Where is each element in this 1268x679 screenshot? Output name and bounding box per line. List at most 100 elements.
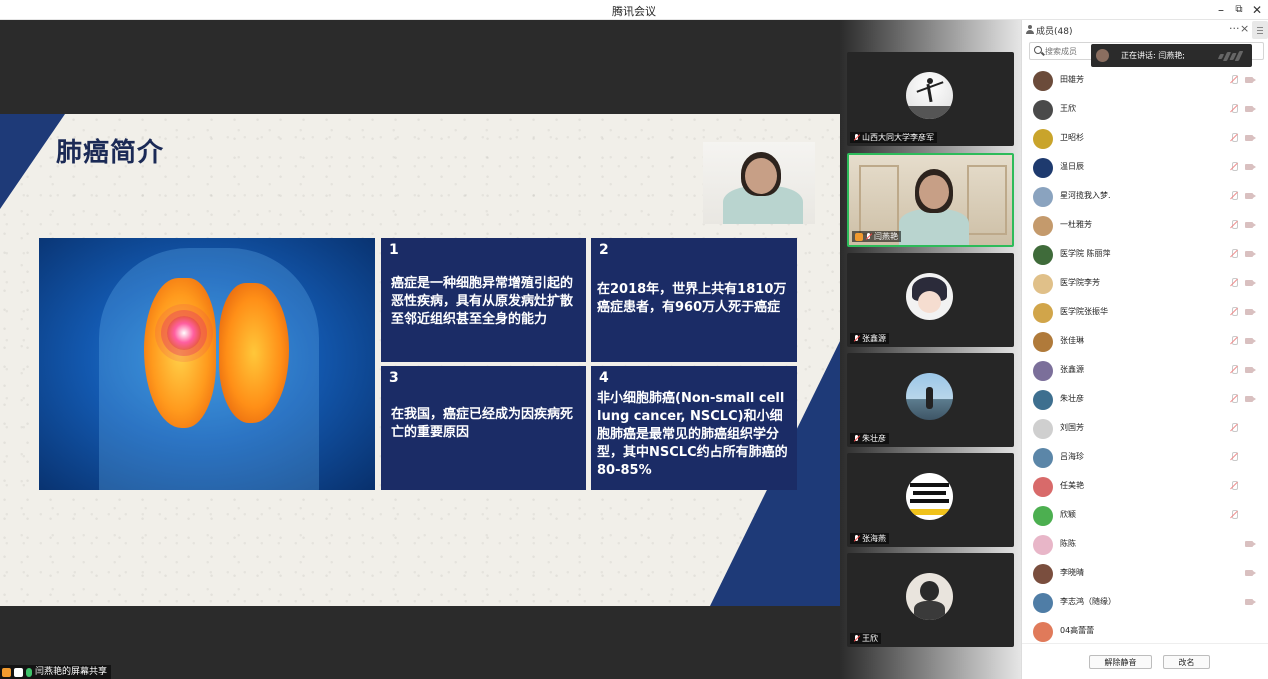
member-row[interactable]: 医学院李芳: [1022, 269, 1268, 298]
restore-icon[interactable]: ⧉: [1230, 1, 1248, 19]
participant-name-tag: 闫燕艳: [852, 231, 901, 242]
participant-avatar: [906, 273, 953, 320]
member-row[interactable]: 卫昭杉: [1022, 124, 1268, 153]
video-tile[interactable]: 王欣: [847, 553, 1014, 647]
video-tile[interactable]: 山西大同大学李彦军: [847, 52, 1014, 146]
mic-muted-icon[interactable]: [1230, 481, 1238, 491]
video-tile[interactable]: 张海燕: [847, 453, 1014, 547]
info-card-1: 1 癌症是一种细胞异常增殖引起的恶性疾病，具有从原发病灶扩散至邻近组织甚至全身的…: [381, 238, 586, 362]
mic-muted-icon[interactable]: [1230, 220, 1238, 230]
member-avatar: [1033, 158, 1053, 178]
member-avatar: [1033, 535, 1053, 555]
member-avatar: [1033, 593, 1053, 613]
member-avatar: [1033, 187, 1053, 207]
mic-muted-icon[interactable]: [1230, 394, 1238, 404]
participant-name-tag: 山西大同大学李彦军: [850, 132, 937, 143]
member-row[interactable]: 朱壮彦: [1022, 385, 1268, 414]
camera-off-icon[interactable]: [1245, 309, 1256, 315]
member-avatar: [1033, 506, 1053, 526]
member-name: 李晓晴: [1060, 568, 1084, 577]
member-name: 星河揽我入梦.: [1060, 191, 1111, 200]
speaker-avatar: [1096, 49, 1109, 62]
member-name: 医学院李芳: [1060, 278, 1100, 287]
video-tile[interactable]: 朱壮彦: [847, 353, 1014, 447]
rename-button[interactable]: 改名: [1163, 655, 1210, 669]
camera-off-icon[interactable]: [1245, 193, 1256, 199]
unmute-all-button[interactable]: 解除静音: [1089, 655, 1152, 669]
member-row[interactable]: 吕海珍: [1022, 443, 1268, 472]
mic-muted-icon[interactable]: [1230, 365, 1238, 375]
mic-muted-icon[interactable]: [1230, 104, 1238, 114]
close-window-icon[interactable]: ✕: [1248, 1, 1266, 19]
video-tile[interactable]: 张鑫源: [847, 253, 1014, 347]
participant-avatar: [906, 473, 953, 520]
camera-off-icon[interactable]: [1245, 541, 1256, 547]
member-avatar: [1033, 564, 1053, 584]
member-row[interactable]: 刘国芳: [1022, 414, 1268, 443]
close-panel-icon[interactable]: ×: [1240, 22, 1249, 35]
video-strip: 山西大同大学李彦军 闫燕艳 张鑫源 朱壮彦 张海燕 王欣: [840, 20, 1021, 679]
member-row[interactable]: 王欣: [1022, 95, 1268, 124]
member-avatar: [1033, 390, 1053, 410]
presentation-slide: 肺癌简介 1 癌症是一种细胞异常增殖引起的恶性疾病，具有从原发病灶扩散至邻近组织…: [0, 114, 840, 606]
member-row[interactable]: 04高蕾蕾: [1022, 617, 1268, 643]
mic-muted-icon[interactable]: [1230, 191, 1238, 201]
camera-off-icon[interactable]: [1245, 338, 1256, 344]
minimize-icon[interactable]: –: [1212, 1, 1230, 19]
camera-off-icon[interactable]: [1245, 570, 1256, 576]
camera-off-icon[interactable]: [1245, 164, 1256, 170]
member-name: 田雄芳: [1060, 75, 1084, 84]
member-avatar: [1033, 274, 1053, 294]
member-name: 卫昭杉: [1060, 133, 1084, 142]
mic-muted-icon[interactable]: [1230, 75, 1238, 85]
member-row[interactable]: 医学院 陈丽萍: [1022, 240, 1268, 269]
panel-layout-icon[interactable]: [1252, 21, 1268, 39]
members-icon: [1026, 25, 1034, 34]
mic-muted-icon[interactable]: [1230, 162, 1238, 172]
member-row[interactable]: 张佳琳: [1022, 327, 1268, 356]
camera-off-icon[interactable]: [1245, 106, 1256, 112]
member-row[interactable]: 任美艳: [1022, 472, 1268, 501]
member-row[interactable]: 温日辰: [1022, 153, 1268, 182]
member-row[interactable]: 星河揽我入梦.: [1022, 182, 1268, 211]
mic-muted-icon[interactable]: [1230, 452, 1238, 462]
mic-muted-icon: [853, 634, 860, 643]
mic-muted-icon[interactable]: [1230, 336, 1238, 346]
search-icon: [1034, 46, 1042, 54]
presenter-figure: [723, 142, 803, 224]
member-avatar: [1033, 419, 1053, 439]
member-row[interactable]: 田雄芳: [1022, 66, 1268, 95]
camera-off-icon[interactable]: [1245, 251, 1256, 257]
mic-muted-icon[interactable]: [1230, 423, 1238, 433]
member-name: 朱壮彦: [1060, 394, 1084, 403]
mic-muted-icon[interactable]: [1230, 249, 1238, 259]
member-avatar: [1033, 477, 1053, 497]
mic-icon: [26, 667, 32, 677]
mic-muted-icon[interactable]: [1230, 307, 1238, 317]
camera-off-icon[interactable]: [1245, 77, 1256, 83]
member-row[interactable]: 欣颖: [1022, 501, 1268, 530]
member-row[interactable]: 陈陈: [1022, 530, 1268, 559]
mic-muted-icon[interactable]: [1230, 278, 1238, 288]
member-row[interactable]: 李晓晴: [1022, 559, 1268, 588]
member-avatar: [1033, 245, 1053, 265]
mic-muted-icon[interactable]: [1230, 510, 1238, 520]
member-row[interactable]: 张鑫源: [1022, 356, 1268, 385]
camera-off-icon[interactable]: [1245, 396, 1256, 402]
member-row[interactable]: 医学院张振华: [1022, 298, 1268, 327]
camera-off-icon[interactable]: [1245, 367, 1256, 373]
camera-off-icon[interactable]: [1245, 280, 1256, 286]
screen-share-area: 肺癌简介 1 癌症是一种细胞异常增殖引起的恶性疾病，具有从原发病灶扩散至邻近组织…: [0, 20, 840, 679]
mic-muted-icon[interactable]: [1230, 133, 1238, 143]
camera-off-icon[interactable]: [1245, 599, 1256, 605]
member-row[interactable]: 一杜雅芳: [1022, 211, 1268, 240]
participant-name-tag: 张鑫源: [850, 333, 889, 344]
more-options-icon[interactable]: ···: [1229, 22, 1240, 35]
camera-off-icon[interactable]: [1245, 135, 1256, 141]
member-row[interactable]: 李志鸿（随缘）: [1022, 588, 1268, 617]
camera-off-icon[interactable]: [1245, 222, 1256, 228]
member-avatar: [1033, 361, 1053, 381]
member-avatar: [1033, 216, 1053, 236]
info-card-3: 3 在我国，癌症已经成为因疾病死亡的重要原因: [381, 366, 586, 490]
video-tile-active-speaker[interactable]: 闫燕艳: [847, 153, 1014, 247]
